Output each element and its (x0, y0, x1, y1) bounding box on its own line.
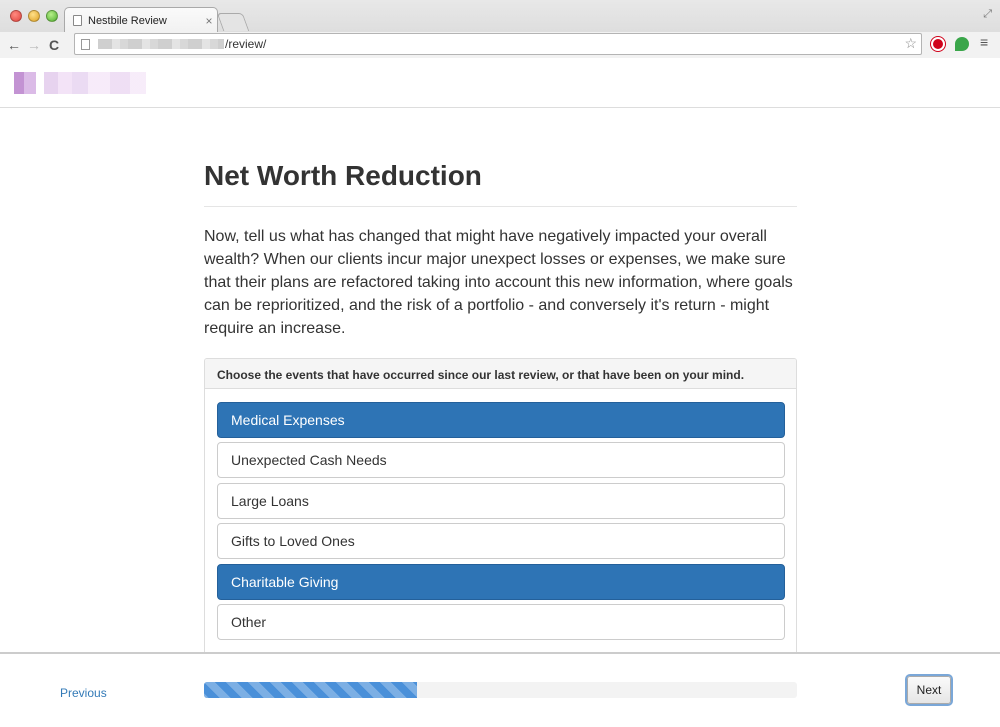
page-title: Net Worth Reduction (204, 160, 797, 207)
intro-text: Now, tell us what has changed that might… (204, 228, 793, 337)
footer: Previous Next (0, 652, 1000, 727)
menu-icon[interactable]: ≡ (980, 34, 988, 50)
browser-tab[interactable]: Nestbile Review × (64, 7, 218, 33)
browser-toolbar: ← → C /review/ ☆ ≡ (0, 32, 1000, 58)
url-path: /review/ (225, 37, 267, 51)
forward-icon[interactable]: → (24, 37, 44, 53)
address-bar[interactable]: /review/ ☆ (74, 33, 922, 55)
page-icon (81, 38, 90, 50)
option-gifts-to-loved-ones[interactable]: Gifts to Loved Ones (217, 523, 785, 560)
progress-bar (204, 682, 797, 698)
back-icon[interactable]: ← (4, 37, 24, 53)
window-controls (10, 10, 58, 22)
close-window-button[interactable] (10, 10, 22, 22)
option-charitable-giving[interactable]: Charitable Giving (217, 563, 785, 600)
next-button[interactable]: Next (907, 676, 951, 704)
evernote-extension-icon[interactable] (955, 37, 969, 51)
fullscreen-icon[interactable]: ⤢ (983, 8, 992, 21)
opera-extension-icon[interactable] (931, 37, 945, 51)
option-other[interactable]: Other (217, 603, 785, 640)
main-content: Net Worth Reduction Now, tell us what ha… (204, 108, 797, 658)
site-logo[interactable] (14, 72, 146, 94)
zoom-window-button[interactable] (46, 10, 58, 22)
redacted-host (98, 39, 224, 49)
tab-close-icon[interactable]: × (201, 14, 217, 28)
option-medical-expenses[interactable]: Medical Expenses (217, 402, 785, 438)
events-panel: Choose the events that have occurred sin… (204, 358, 797, 658)
document-icon (73, 15, 82, 26)
panel-heading: Choose the events that have occurred sin… (205, 359, 796, 389)
reload-icon[interactable]: C (44, 37, 64, 53)
progress-fill (204, 682, 418, 698)
tab-title: Nestbile Review (88, 14, 167, 27)
option-large-loans[interactable]: Large Loans (217, 482, 785, 519)
previous-link[interactable]: Previous (60, 686, 107, 700)
bookmark-star-icon[interactable]: ☆ (904, 35, 917, 52)
new-tab-button[interactable] (216, 13, 250, 31)
site-header (0, 58, 1000, 108)
event-options: Medical Expenses Unexpected Cash Needs L… (205, 389, 796, 640)
option-unexpected-cash-needs[interactable]: Unexpected Cash Needs (217, 442, 785, 479)
browser-chrome: Nestbile Review × ⤢ ← → C /review/ ☆ ≡ (0, 0, 1000, 58)
minimize-window-button[interactable] (28, 10, 40, 22)
